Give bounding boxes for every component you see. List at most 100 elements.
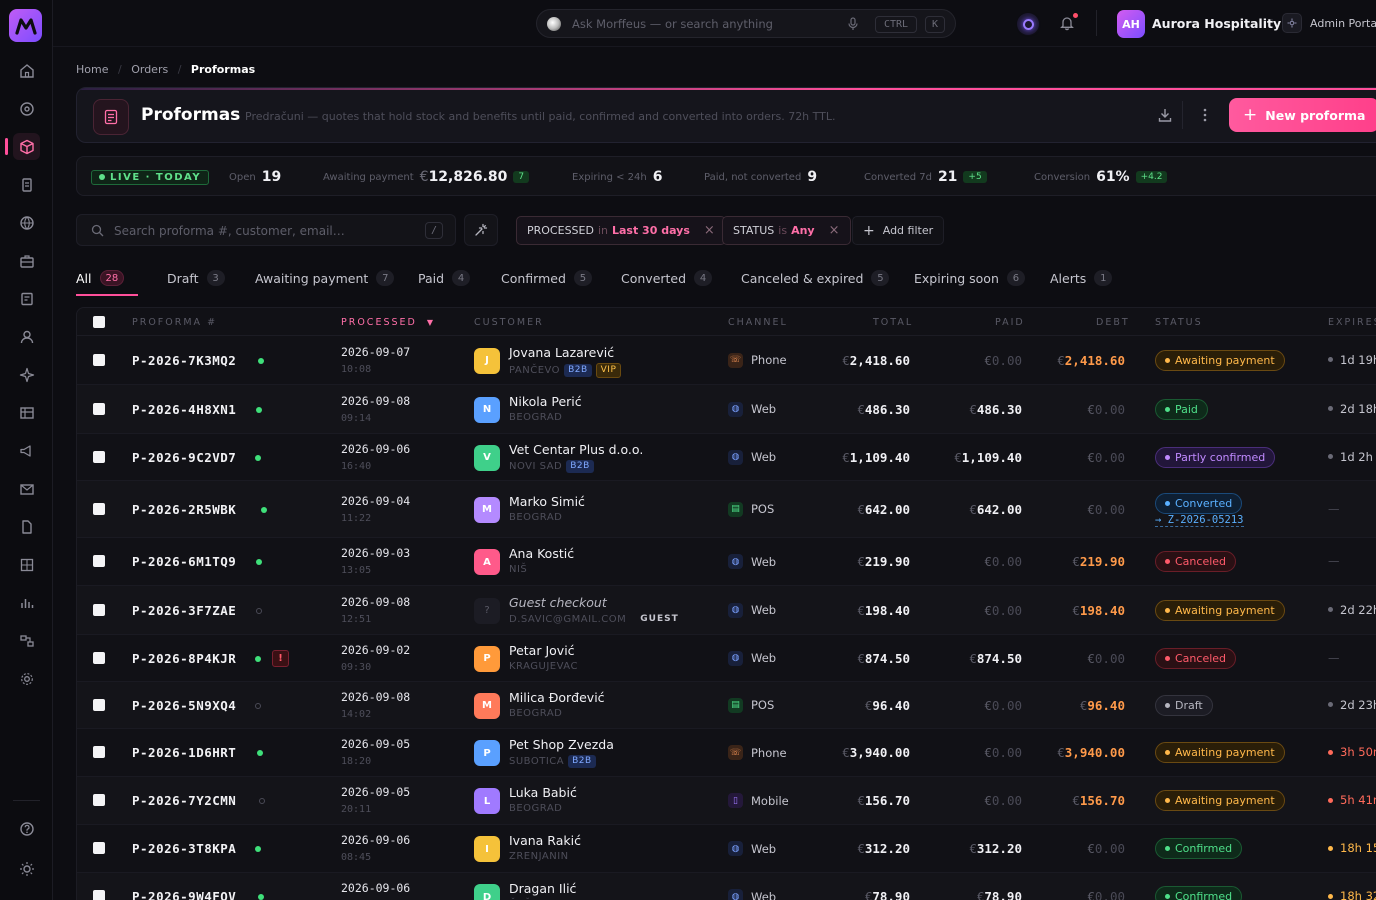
customer-name[interactable]: Dragan Ilić: [509, 881, 576, 896]
proforma-id[interactable]: P-2026-2R5WBK: [132, 502, 236, 517]
filter-chip-status[interactable]: STATUS is Any ×: [722, 216, 851, 245]
col-expires[interactable]: EXPIRES: [1328, 317, 1376, 328]
proforma-id[interactable]: P-2026-4H8XN1: [132, 402, 236, 417]
customer-name[interactable]: Pet Shop Zvezda: [509, 737, 614, 752]
row-checkbox[interactable]: [93, 794, 105, 806]
customer-name[interactable]: Petar Jović: [509, 643, 575, 658]
megaphone-icon[interactable]: [13, 437, 40, 464]
add-filter-button[interactable]: + Add filter: [852, 216, 945, 245]
col-total[interactable]: TOTAL: [873, 317, 913, 328]
proforma-id[interactable]: P-2026-7Y2CMN: [132, 793, 236, 808]
app-logo[interactable]: [9, 9, 42, 42]
proforma-id[interactable]: P-2026-9C2VD7: [132, 450, 236, 465]
box-icon[interactable]: [5, 133, 40, 160]
proforma-search[interactable]: Search proforma #, customer, email… /: [76, 214, 456, 246]
col-proforma[interactable]: PROFORMA #: [132, 317, 217, 328]
file-icon[interactable]: [13, 513, 40, 540]
org-name[interactable]: Aurora Hospitality: [1152, 16, 1281, 31]
customer-name[interactable]: Nikola Perić: [509, 394, 582, 409]
row-checkbox[interactable]: [93, 402, 105, 415]
kpi-paid-not-converted[interactable]: Paid, not converted 9: [704, 157, 817, 197]
customer-name[interactable]: Jovana Lazarević: [509, 345, 614, 360]
kpi-expiring[interactable]: Expiring < 24h 6: [572, 157, 663, 197]
row-checkbox[interactable]: [93, 555, 105, 567]
admin-portal-link[interactable]: Admin Porta: [1310, 17, 1376, 30]
flow-icon[interactable]: [13, 627, 40, 654]
row-checkbox[interactable]: [93, 603, 105, 616]
table-row[interactable]: P-2026-3T8KPA 2026-09-06 08:45 I Ivana Rakić…: [77, 825, 1376, 873]
user-icon[interactable]: [13, 323, 40, 350]
proforma-id[interactable]: P-2026-1D6HRT: [132, 745, 236, 760]
kpi-conversion[interactable]: Conversion 61% +4.2: [1034, 157, 1168, 197]
table-row[interactable]: P-2026-7Y2CMN 2026-09-05 20:11 L Luka Babić B…: [77, 777, 1376, 825]
table-row[interactable]: P-2026-9C2VD7 2026-09-06 16:40 V Vet Centar …: [77, 434, 1376, 481]
kpi-converted[interactable]: Converted 7d 21 +5: [864, 157, 987, 197]
row-checkbox[interactable]: [93, 842, 105, 854]
alert-badge[interactable]: !: [272, 649, 289, 667]
row-checkbox[interactable]: [93, 890, 105, 900]
table-icon[interactable]: [13, 399, 40, 426]
global-search[interactable]: Ask Morffeus — or search anything CTRL K: [536, 9, 956, 38]
customer-name[interactable]: Milica Đorđević: [509, 690, 605, 705]
proforma-id[interactable]: P-2026-5N9XQ4: [132, 698, 236, 713]
proforma-id[interactable]: P-2026-3F7ZAE: [132, 603, 236, 618]
tab-all[interactable]: All 28: [76, 264, 125, 292]
table-row[interactable]: P-2026-5N9XQ4 2026-09-08 14:02 M Milica Đorđ…: [77, 682, 1376, 729]
table-row[interactable]: P-2026-1D6HRT 2026-09-05 18:20 P Pet Shop Zv…: [77, 729, 1376, 777]
customer-name[interactable]: Luka Babić: [509, 785, 577, 800]
filter-chip-processed[interactable]: PROCESSED in Last 30 days ×: [516, 216, 726, 245]
receipt-icon[interactable]: [13, 285, 40, 312]
proforma-id[interactable]: P-2026-8P4KJR: [132, 651, 236, 666]
row-checkbox[interactable]: [93, 698, 105, 711]
col-status[interactable]: STATUS: [1155, 317, 1203, 328]
bell-icon[interactable]: [1059, 13, 1078, 31]
table-row[interactable]: P-2026-6M1TQ9 2026-09-03 13:05 A Ana Kostić N…: [77, 538, 1376, 586]
briefcase-icon[interactable]: [13, 247, 40, 274]
tab-paid[interactable]: Paid 4: [418, 264, 471, 292]
customer-name[interactable]: Ana Kostić: [509, 546, 574, 561]
sun-icon[interactable]: [13, 855, 40, 882]
remove-filter-icon[interactable]: ×: [829, 223, 840, 238]
tab-expiring-soon[interactable]: Expiring soon 6: [914, 264, 1025, 292]
customer-name[interactable]: Marko Simić: [509, 494, 585, 509]
converted-order-link[interactable]: → Z-2026-05213: [1155, 514, 1244, 527]
row-checkbox[interactable]: [93, 353, 105, 366]
row-checkbox[interactable]: [93, 502, 105, 515]
row-checkbox[interactable]: [93, 651, 105, 664]
breadcrumb-home[interactable]: Home: [76, 63, 108, 76]
table-row[interactable]: P-2026-3F7ZAE 2026-09-08 12:51? Guest check…: [77, 586, 1376, 635]
home-icon[interactable]: [13, 57, 40, 84]
settings-icon[interactable]: [13, 665, 40, 692]
table-row[interactable]: P-2026-8P4KJR! 2026-09-02 09:30 P Petar Jovi…: [77, 635, 1376, 682]
col-debt[interactable]: DEBT: [1096, 317, 1130, 328]
mic-icon[interactable]: [848, 17, 858, 31]
col-processed[interactable]: PROCESSED ▼: [341, 317, 435, 328]
new-proforma-button[interactable]: + New proforma: [1229, 98, 1376, 132]
more-options-icon[interactable]: [1201, 107, 1209, 123]
tab-canceled-expired[interactable]: Canceled & expired 5: [741, 264, 890, 292]
tab-draft[interactable]: Draft 3: [167, 264, 225, 292]
table-row[interactable]: P-2026-4H8XN1 2026-09-08 09:14 N Nikola Peri…: [77, 385, 1376, 434]
target-icon[interactable]: [13, 95, 40, 122]
customer-name[interactable]: Vet Centar Plus d.o.o.: [509, 442, 643, 457]
assistant-icon[interactable]: [1017, 13, 1039, 35]
sparkle-icon[interactable]: [13, 361, 40, 388]
table-row[interactable]: P-2026-7K3MQ2 2026-09-07 10:08 J Jovana Laza…: [77, 336, 1376, 385]
row-checkbox[interactable]: [93, 746, 105, 758]
table-row[interactable]: P-2026-9W4FQV2026-09-0609:02DDragan Ilić…: [77, 873, 1376, 900]
org-avatar[interactable]: AH: [1117, 10, 1145, 38]
select-all-checkbox[interactable]: [93, 316, 105, 328]
download-icon[interactable]: [1157, 107, 1173, 123]
proforma-id[interactable]: P-2026-6M1TQ9: [132, 554, 236, 569]
ai-filter-button[interactable]: [464, 214, 498, 246]
kpi-awaiting[interactable]: Awaiting payment €12,826.80 7: [323, 157, 530, 197]
row-checkbox[interactable]: [93, 450, 105, 463]
mail-icon[interactable]: [13, 475, 40, 502]
tab-converted[interactable]: Converted 4: [621, 264, 713, 292]
col-channel[interactable]: CHANNEL: [728, 317, 788, 328]
help-icon[interactable]: [13, 815, 40, 842]
customer-name[interactable]: Guest checkout: [509, 595, 607, 610]
kpi-open[interactable]: Open 19: [229, 157, 281, 197]
proforma-id[interactable]: P-2026-7K3MQ2: [132, 353, 236, 368]
table-row[interactable]: P-2026-2R5WBK 2026-09-04 11:22 M Marko Simić…: [77, 481, 1376, 538]
